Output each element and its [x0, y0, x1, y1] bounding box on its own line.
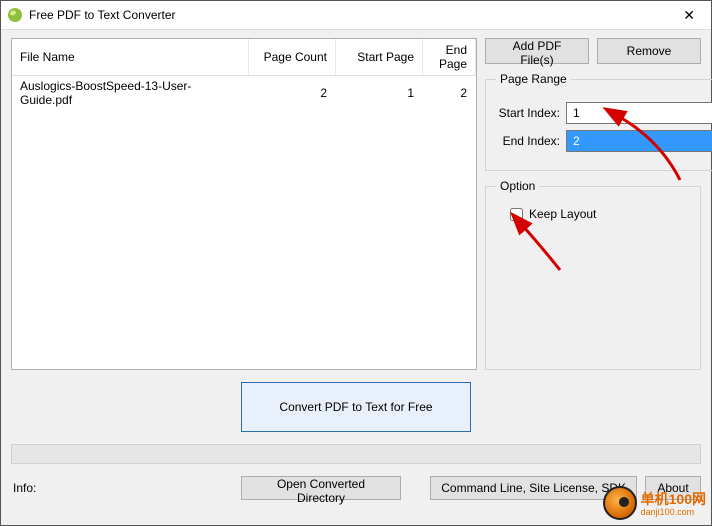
convert-row: Convert PDF to Text for Free [11, 378, 701, 434]
cell-start-page: 1 [336, 76, 423, 111]
file-table[interactable]: File Name Page Count Start Page End Page… [11, 38, 477, 370]
app-window: Free PDF to Text Converter ✕ File Name P… [0, 0, 712, 526]
remove-file-button[interactable]: Remove [597, 38, 701, 64]
end-index-input[interactable] [567, 131, 712, 151]
option-legend: Option [496, 179, 539, 193]
col-file-name[interactable]: File Name [12, 39, 249, 76]
close-button[interactable]: ✕ [673, 7, 705, 24]
content-area: File Name Page Count Start Page End Page… [1, 30, 711, 525]
table-header-row: File Name Page Count Start Page End Page [12, 39, 476, 76]
end-index-label: End Index: [496, 134, 560, 148]
start-index-spinner[interactable]: ▲ ▼ [566, 102, 712, 124]
cell-end-page: 2 [423, 76, 476, 111]
keep-layout-label: Keep Layout [529, 207, 596, 221]
col-end-page[interactable]: End Page [423, 39, 476, 76]
end-index-row: End Index: ▲ ▼ [496, 130, 712, 152]
about-button[interactable]: About [645, 476, 701, 500]
file-buttons: Add PDF File(s) Remove [485, 38, 701, 64]
cell-file-name: Auslogics-BoostSpeed-13-User-Guide.pdf [12, 76, 249, 111]
top-row: File Name Page Count Start Page End Page… [11, 38, 701, 370]
open-directory-button[interactable]: Open Converted Directory [241, 476, 401, 500]
window-title: Free PDF to Text Converter [29, 8, 673, 22]
progress-bar [11, 444, 701, 464]
keep-layout-row: Keep Layout [510, 207, 690, 221]
table-row[interactable]: Auslogics-BoostSpeed-13-User-Guide.pdf21… [12, 76, 476, 111]
add-file-button[interactable]: Add PDF File(s) [485, 38, 589, 64]
app-icon [7, 7, 23, 23]
col-page-count[interactable]: Page Count [249, 39, 336, 76]
option-group: Option Keep Layout [485, 179, 701, 370]
footer: Info: Open Converted Directory Command L… [11, 474, 701, 502]
info-label: Info: [11, 481, 63, 495]
start-index-input[interactable] [567, 103, 712, 123]
keep-layout-checkbox[interactable] [510, 208, 523, 221]
end-index-spinner[interactable]: ▲ ▼ [566, 130, 712, 152]
cell-page-count: 2 [249, 76, 336, 111]
right-panel: Add PDF File(s) Remove Page Range Start … [485, 38, 701, 370]
convert-button[interactable]: Convert PDF to Text for Free [241, 382, 471, 432]
command-line-button[interactable]: Command Line, Site License, SDK [430, 476, 637, 500]
titlebar: Free PDF to Text Converter ✕ [1, 1, 711, 30]
page-range-group: Page Range Start Index: ▲ ▼ End Index: [485, 72, 712, 171]
col-start-page[interactable]: Start Page [336, 39, 423, 76]
start-index-row: Start Index: ▲ ▼ [496, 102, 712, 124]
page-range-legend: Page Range [496, 72, 571, 86]
start-index-label: Start Index: [496, 106, 560, 120]
